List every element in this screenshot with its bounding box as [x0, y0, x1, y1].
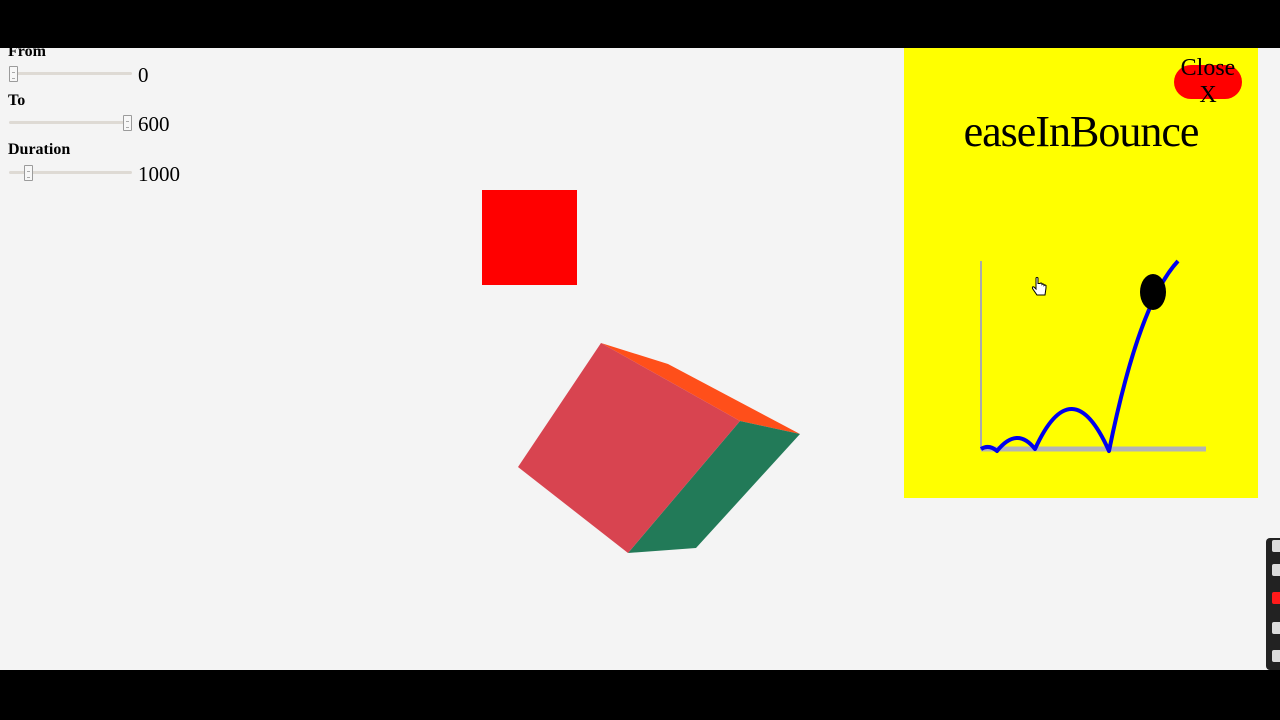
- record-icon[interactable]: [1272, 592, 1280, 604]
- settings-icon[interactable]: [1272, 540, 1280, 552]
- easing-graph: [979, 259, 1206, 453]
- easing-preview-panel: Close X easeInBounce: [904, 48, 1258, 498]
- gear-icon[interactable]: [1272, 650, 1280, 662]
- easing-ball-icon: [1140, 274, 1166, 310]
- canvas-area: From 0 To 600 Duration 1000 Close X ease…: [0, 48, 1280, 670]
- hand-pointer-icon: [1031, 276, 1047, 296]
- side-toolbar: [1266, 538, 1280, 670]
- copy-icon[interactable]: [1272, 622, 1280, 634]
- toolbar-item-icon[interactable]: [1272, 564, 1280, 576]
- rotating-cube: [518, 343, 800, 553]
